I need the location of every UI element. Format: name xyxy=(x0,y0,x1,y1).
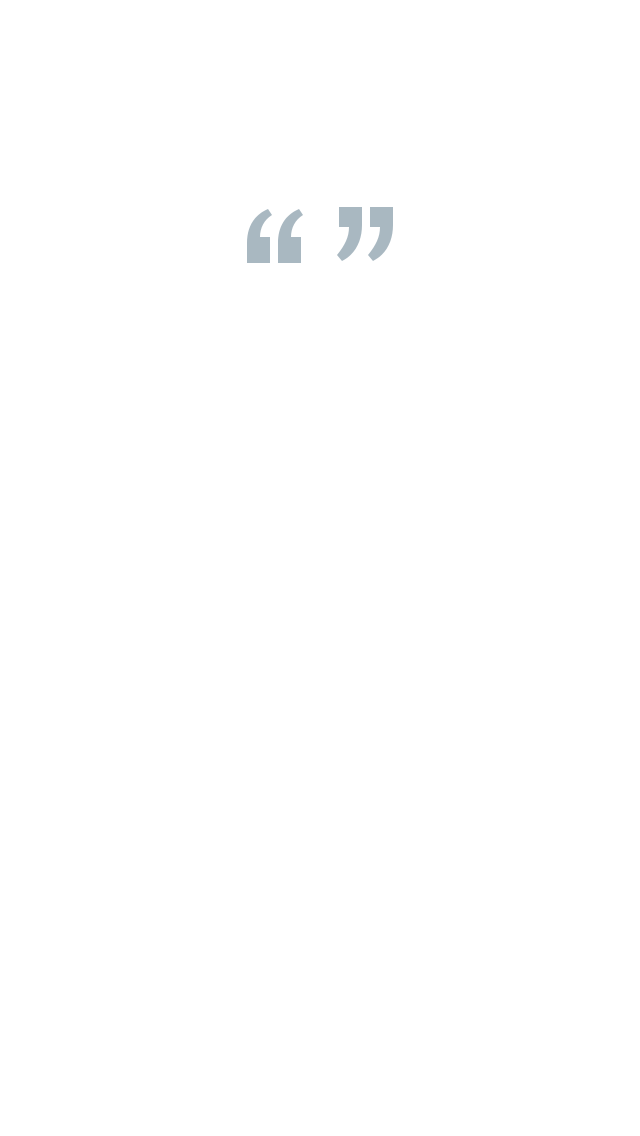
quote-screen xyxy=(0,0,640,1136)
opening-quote-icon xyxy=(247,207,305,263)
closing-quote-icon xyxy=(337,207,395,263)
